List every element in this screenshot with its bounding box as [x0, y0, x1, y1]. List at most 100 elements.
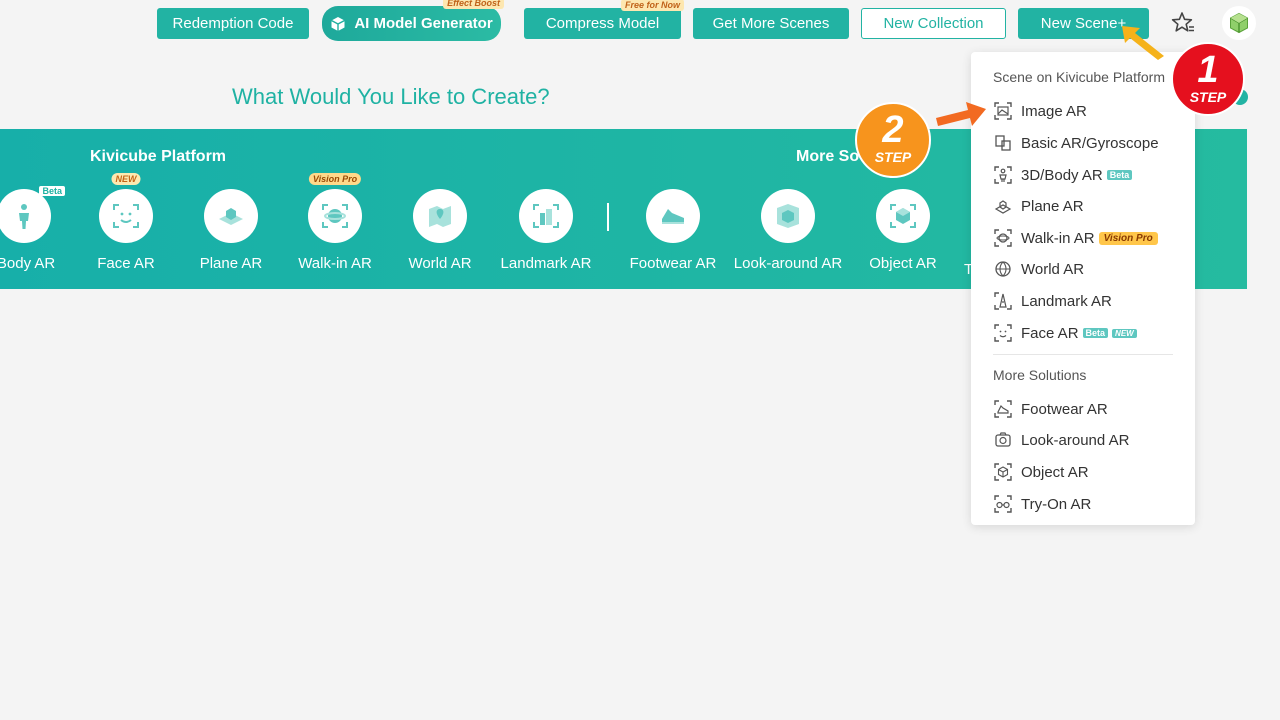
menu-item-face-ar[interactable]: Face AR Beta NEW [993, 320, 1137, 346]
new-collection-button[interactable]: New Collection [861, 8, 1006, 39]
body-ar-icon [19, 204, 29, 229]
landmark-ar-icon [533, 204, 559, 228]
avatar-cube-icon [1230, 12, 1248, 34]
compress-model-button[interactable]: Compress Model Free for Now [524, 0, 684, 39]
step1-badge: 1 STEP [1171, 42, 1245, 116]
banner-item-object-ar[interactable]: Object AR [843, 189, 963, 272]
avatar[interactable] [1222, 6, 1256, 40]
walk-in-ar-icon [322, 204, 348, 228]
world-ar-icon [995, 261, 1011, 277]
menu-item-label: Try-On AR [1021, 495, 1092, 513]
object-ar-icon [890, 204, 916, 228]
world-ar-icon [429, 206, 451, 227]
object-ar-circle [876, 189, 930, 243]
body-ar-icon [994, 166, 1012, 184]
new-scene-dropdown: Scene on Kivicube Platform Image AR Basi… [971, 52, 1195, 525]
menu-item-label: Walk-in AR [1021, 229, 1095, 247]
banner-item-label: Look-around AR [733, 255, 843, 272]
vision-pro-badge: Vision Pro [308, 173, 362, 185]
banner-item-label: Object AR [869, 255, 937, 272]
top-toolbar: Redemption Code AI Model Generator Effec… [0, 0, 1280, 50]
new-badge: NEW [111, 173, 141, 185]
step2-arrow-icon [936, 102, 986, 126]
banner-item-footwear-ar[interactable]: Footwear AR [613, 189, 733, 272]
look-around-ar-icon [995, 432, 1011, 447]
plane-ar-icon [219, 208, 243, 225]
banner-item-walk-in-ar[interactable]: Vision Pro Walk-in AR [275, 173, 395, 272]
cube-icon [331, 16, 346, 31]
menu-item-label: Basic AR/Gyroscope [1021, 134, 1159, 152]
menu-item-walk-in-ar[interactable]: Walk-in AR Vision Pro [993, 225, 1158, 251]
menu-item-3d-body-ar[interactable]: 3D/Body AR Beta [993, 162, 1133, 188]
landmark-ar-icon [994, 292, 1012, 310]
plane-ar-icon [994, 200, 1012, 214]
image-ar-icon [994, 102, 1012, 120]
step1-word: STEP [1189, 89, 1227, 105]
banner-item-plane-ar[interactable]: Plane AR [171, 189, 291, 272]
face-ar-icon [994, 324, 1012, 342]
menu-item-label: Object AR [1021, 463, 1089, 481]
landmark-ar-circle [519, 189, 573, 243]
beta-badge: Beta [1106, 170, 1133, 180]
try-on-ar-icon [994, 495, 1012, 513]
vision-pro-badge: Vision Pro [1098, 231, 1158, 245]
step2-number: 2 [882, 109, 904, 151]
menu-item-object-ar[interactable]: Object AR [993, 459, 1089, 485]
menu-item-label: Plane AR [1021, 197, 1084, 215]
ai-model-generator-label: AI Model Generator [354, 15, 493, 32]
menu-item-world-ar[interactable]: World AR [993, 256, 1084, 282]
section-more-heading: More Solutions [993, 367, 1087, 383]
step2-badge: 2 STEP [855, 102, 931, 178]
banner-item-label: Landmark AR [500, 255, 592, 272]
step2-word: STEP [874, 149, 912, 165]
banner-item-landmark-ar[interactable]: Landmark AR [486, 189, 606, 272]
walk-in-ar-circle: Vision Pro [308, 173, 362, 243]
banner-item-label: Face AR [97, 255, 155, 272]
kivicube-platform-title: Kivicube Platform [90, 148, 227, 165]
menu-item-basic-ar-gyroscope[interactable]: Basic AR/Gyroscope [993, 130, 1159, 156]
get-more-scenes-button[interactable]: Get More Scenes [693, 8, 849, 39]
banner-item-face-ar[interactable]: NEW Face AR [66, 173, 186, 272]
menu-item-label: World AR [1021, 260, 1085, 278]
favorites-star-icon[interactable] [1170, 10, 1196, 36]
ai-model-generator-button[interactable]: AI Model Generator Effect Boost [322, 0, 504, 41]
gyroscope-icon [995, 135, 1011, 151]
page-heading: What Would You Like to Create? [232, 84, 550, 109]
menu-item-label: Image AR [1021, 102, 1087, 120]
menu-item-plane-ar[interactable]: Plane AR [993, 193, 1084, 219]
section-platform-heading: Scene on Kivicube Platform [993, 69, 1165, 85]
look-around-ar-icon [777, 204, 799, 228]
free-for-now-tag: Free for Now [620, 0, 684, 11]
banner-item-label: World AR [408, 255, 472, 272]
step1-arrow-icon [1122, 26, 1164, 60]
face-ar-icon [113, 204, 139, 228]
menu-item-landmark-ar[interactable]: Landmark AR [993, 288, 1112, 314]
new-badge: NEW [1112, 328, 1137, 338]
footwear-ar-icon [994, 400, 1012, 418]
menu-item-label: Look-around AR [1021, 431, 1130, 449]
plane-ar-circle [204, 189, 258, 243]
menu-item-look-around-ar[interactable]: Look-around AR [993, 427, 1129, 453]
banner-item-label: Plane AR [199, 255, 263, 272]
banner-item-world-ar[interactable]: World AR [380, 189, 500, 272]
banner-item-label: Walk-in AR [298, 255, 372, 272]
more-solutions-title: More So [796, 148, 860, 165]
menu-item-label: 3D/Body AR [1021, 166, 1103, 184]
menu-item-try-on-ar[interactable]: Try-On AR [993, 491, 1091, 517]
banner-item-look-around-ar[interactable]: Look-around AR [728, 189, 848, 272]
compress-model-label: Compress Model [545, 15, 660, 32]
footwear-ar-circle [646, 189, 700, 243]
look-around-ar-circle [761, 189, 815, 243]
world-ar-circle [413, 189, 467, 243]
footwear-ar-icon [662, 209, 684, 224]
walk-in-ar-icon [994, 229, 1012, 247]
menu-item-label: Footwear AR [1021, 400, 1108, 418]
beta-badge: Beta [39, 186, 65, 196]
menu-item-image-ar[interactable]: Image AR [993, 98, 1087, 124]
redemption-code-label: Redemption Code [172, 15, 294, 32]
menu-item-footwear-ar[interactable]: Footwear AR [993, 396, 1108, 422]
menu-item-label: Face AR [1021, 324, 1079, 342]
redemption-code-button[interactable]: Redemption Code [157, 8, 309, 39]
menu-divider [993, 354, 1173, 355]
body-ar-circle: Beta [0, 186, 65, 243]
